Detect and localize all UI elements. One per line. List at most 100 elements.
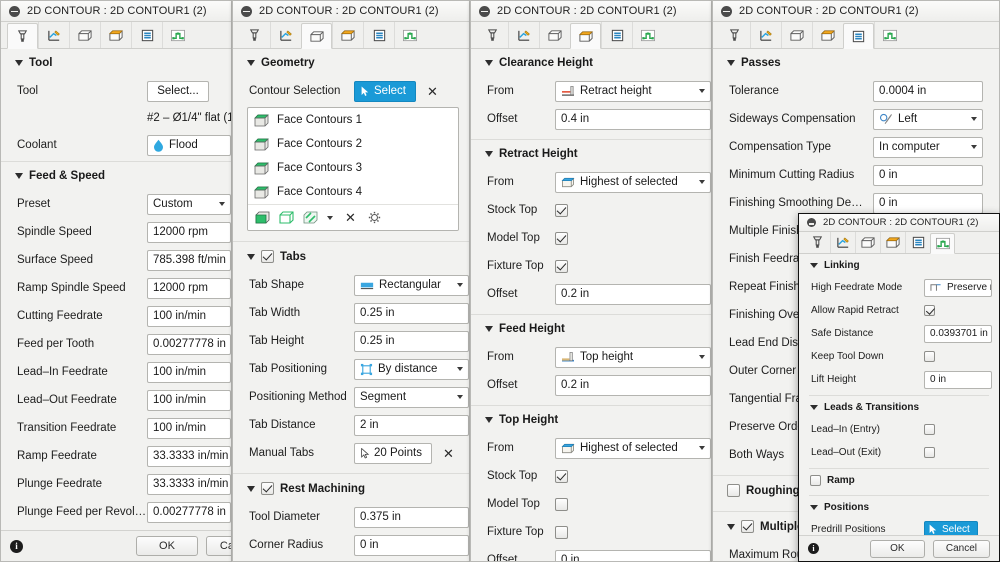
input-field[interactable]: 0.25 in (354, 302, 469, 324)
chevron-down-icon[interactable] (219, 202, 225, 206)
section-header-tool[interactable]: Tool (1, 49, 231, 77)
gear-icon[interactable] (368, 211, 381, 224)
dropdown-field[interactable]: Highest of selected (555, 171, 711, 193)
input-field[interactable]: 0.4 in (555, 108, 711, 130)
list-item[interactable]: Face Contours 1 (248, 108, 458, 132)
input-field[interactable]: 0.00277778 in (147, 501, 231, 523)
input-field[interactable]: 12000 rpm (147, 277, 231, 299)
tab-heights-tab[interactable] (332, 22, 363, 48)
tab-passes-tab[interactable] (601, 22, 632, 48)
input-field[interactable]: 0 in (354, 534, 469, 556)
ramp-checkbox[interactable] (810, 475, 821, 486)
tab-geometry-tab[interactable] (781, 22, 812, 48)
tab-tool-tab[interactable] (239, 22, 270, 48)
checkbox[interactable] (924, 305, 935, 316)
tab-linking-tab[interactable] (632, 22, 663, 48)
dropdown-field[interactable]: Preserve rapid… (924, 278, 992, 297)
list-item[interactable]: Face Contours 2 (248, 132, 458, 156)
collapse-icon[interactable] (9, 5, 20, 17)
roughing-checkbox[interactable] (727, 484, 740, 497)
input-field[interactable]: 0.00277778 in (147, 333, 231, 355)
input-field[interactable]: 0.2 in (555, 283, 711, 305)
titlebar-geometry[interactable]: 2D CONTOUR : 2D CONTOUR1 (2) (233, 1, 469, 22)
section-header-clearance-height[interactable]: Clearance Height (471, 49, 711, 77)
tab-passes-tab[interactable] (843, 23, 874, 49)
input-field[interactable]: 0 in (555, 549, 711, 561)
tab-tool-tab[interactable] (7, 23, 38, 49)
tab-tool-tab[interactable] (477, 22, 508, 48)
input-field[interactable]: 2 in (354, 414, 469, 436)
tab-passes-tab[interactable] (131, 22, 162, 48)
dropdown-field[interactable]: Retract height (555, 80, 711, 102)
tab-linking-tab[interactable] (394, 22, 425, 48)
rest-machining-checkbox[interactable] (261, 482, 274, 495)
contour-select-button[interactable]: Select (354, 80, 416, 102)
input-field[interactable]: 100 in/min (147, 361, 231, 383)
position-select-button[interactable]: Select (924, 521, 978, 535)
checkbox[interactable] (924, 424, 935, 435)
tab-tool-tab[interactable] (805, 232, 830, 253)
dropdown-field[interactable]: Top height (555, 346, 711, 368)
dropdown-field[interactable]: Custom (147, 193, 231, 215)
checkbox[interactable] (555, 259, 568, 273)
chevron-down-icon[interactable] (971, 145, 977, 149)
face-outline-icon[interactable] (279, 211, 294, 224)
chevron-down-icon[interactable] (971, 117, 977, 121)
dropdown-field[interactable]: In computer (873, 136, 983, 158)
ok-button[interactable]: OK (869, 539, 925, 558)
titlebar-linking[interactable]: 2D CONTOUR : 2D CONTOUR1 (2) (799, 214, 999, 232)
chevron-down-icon[interactable] (457, 395, 463, 399)
section-header-tabs[interactable]: Tabs (233, 242, 469, 271)
dropdown-field[interactable]: Rectangular (354, 274, 469, 296)
input-field[interactable]: 0.375 in (354, 506, 469, 528)
checkbox[interactable] (555, 525, 568, 539)
chevron-down-icon[interactable] (699, 180, 705, 184)
tab-feed-speed-tab[interactable] (270, 22, 301, 48)
coolant-dropdown[interactable]: Flood (147, 134, 231, 156)
input-field[interactable]: 100 in/min (147, 389, 231, 411)
tab-tool-tab[interactable] (719, 22, 750, 48)
dropdown-field[interactable]: Highest of selected (555, 437, 711, 459)
chevron-down-icon[interactable] (457, 283, 463, 287)
section-header-geometry[interactable]: Geometry (233, 49, 469, 77)
input-field[interactable]: 100 in/min (147, 417, 231, 439)
section-header-rest-machining[interactable]: Rest Machining (233, 474, 469, 503)
section-header-linking[interactable]: Linking (799, 254, 999, 276)
tab-feed-speed-tab[interactable] (38, 22, 69, 48)
dropdown-field[interactable]: Segment (354, 386, 469, 408)
remove-icon[interactable]: ✕ (342, 211, 359, 224)
tab-passes-tab[interactable] (905, 232, 930, 253)
checkbox[interactable] (555, 203, 568, 217)
face-solid-icon[interactable] (255, 211, 270, 224)
input-field[interactable]: 100 in/min (147, 305, 231, 327)
tab-linking-tab[interactable] (162, 22, 193, 48)
tab-heights-tab[interactable] (570, 23, 601, 49)
multiple-checkbox[interactable] (741, 520, 754, 533)
section-header-leads-transitions[interactable]: Leads & Transitions (799, 396, 999, 418)
tab-geometry-tab[interactable] (69, 22, 100, 48)
manual-tabs-select-button[interactable]: 20 Points (354, 442, 432, 464)
tab-geometry-tab[interactable] (539, 22, 570, 48)
tab-heights-tab[interactable] (812, 22, 843, 48)
input-field[interactable]: 0 in (924, 370, 992, 389)
titlebar-passes[interactable]: 2D CONTOUR : 2D CONTOUR1 (2) (713, 1, 999, 22)
input-field[interactable]: 12000 rpm (147, 221, 231, 243)
input-field[interactable]: 0 in (873, 192, 983, 214)
chevron-down-icon[interactable] (327, 215, 333, 220)
collapse-icon[interactable] (807, 218, 816, 227)
section-header-retract-height[interactable]: Retract Height (471, 140, 711, 168)
clear-icon[interactable]: ✕ (440, 447, 457, 460)
tab-linking-tab[interactable] (930, 233, 955, 254)
input-field[interactable]: 0 in (873, 164, 983, 186)
tab-heights-tab[interactable] (100, 22, 131, 48)
tab-feed-speed-tab[interactable] (750, 22, 781, 48)
ok-button[interactable]: OK (136, 536, 198, 556)
tab-geometry-tab[interactable] (855, 232, 880, 253)
tab-feed-speed-tab[interactable] (508, 22, 539, 48)
tab-heights-tab[interactable] (880, 232, 905, 253)
tool-select-button[interactable]: Select... (147, 80, 209, 102)
input-field[interactable]: 0.25 in (354, 330, 469, 352)
chevron-down-icon[interactable] (457, 367, 463, 371)
section-header-positions[interactable]: Positions (799, 496, 999, 518)
face-chain-icon[interactable] (303, 211, 318, 224)
